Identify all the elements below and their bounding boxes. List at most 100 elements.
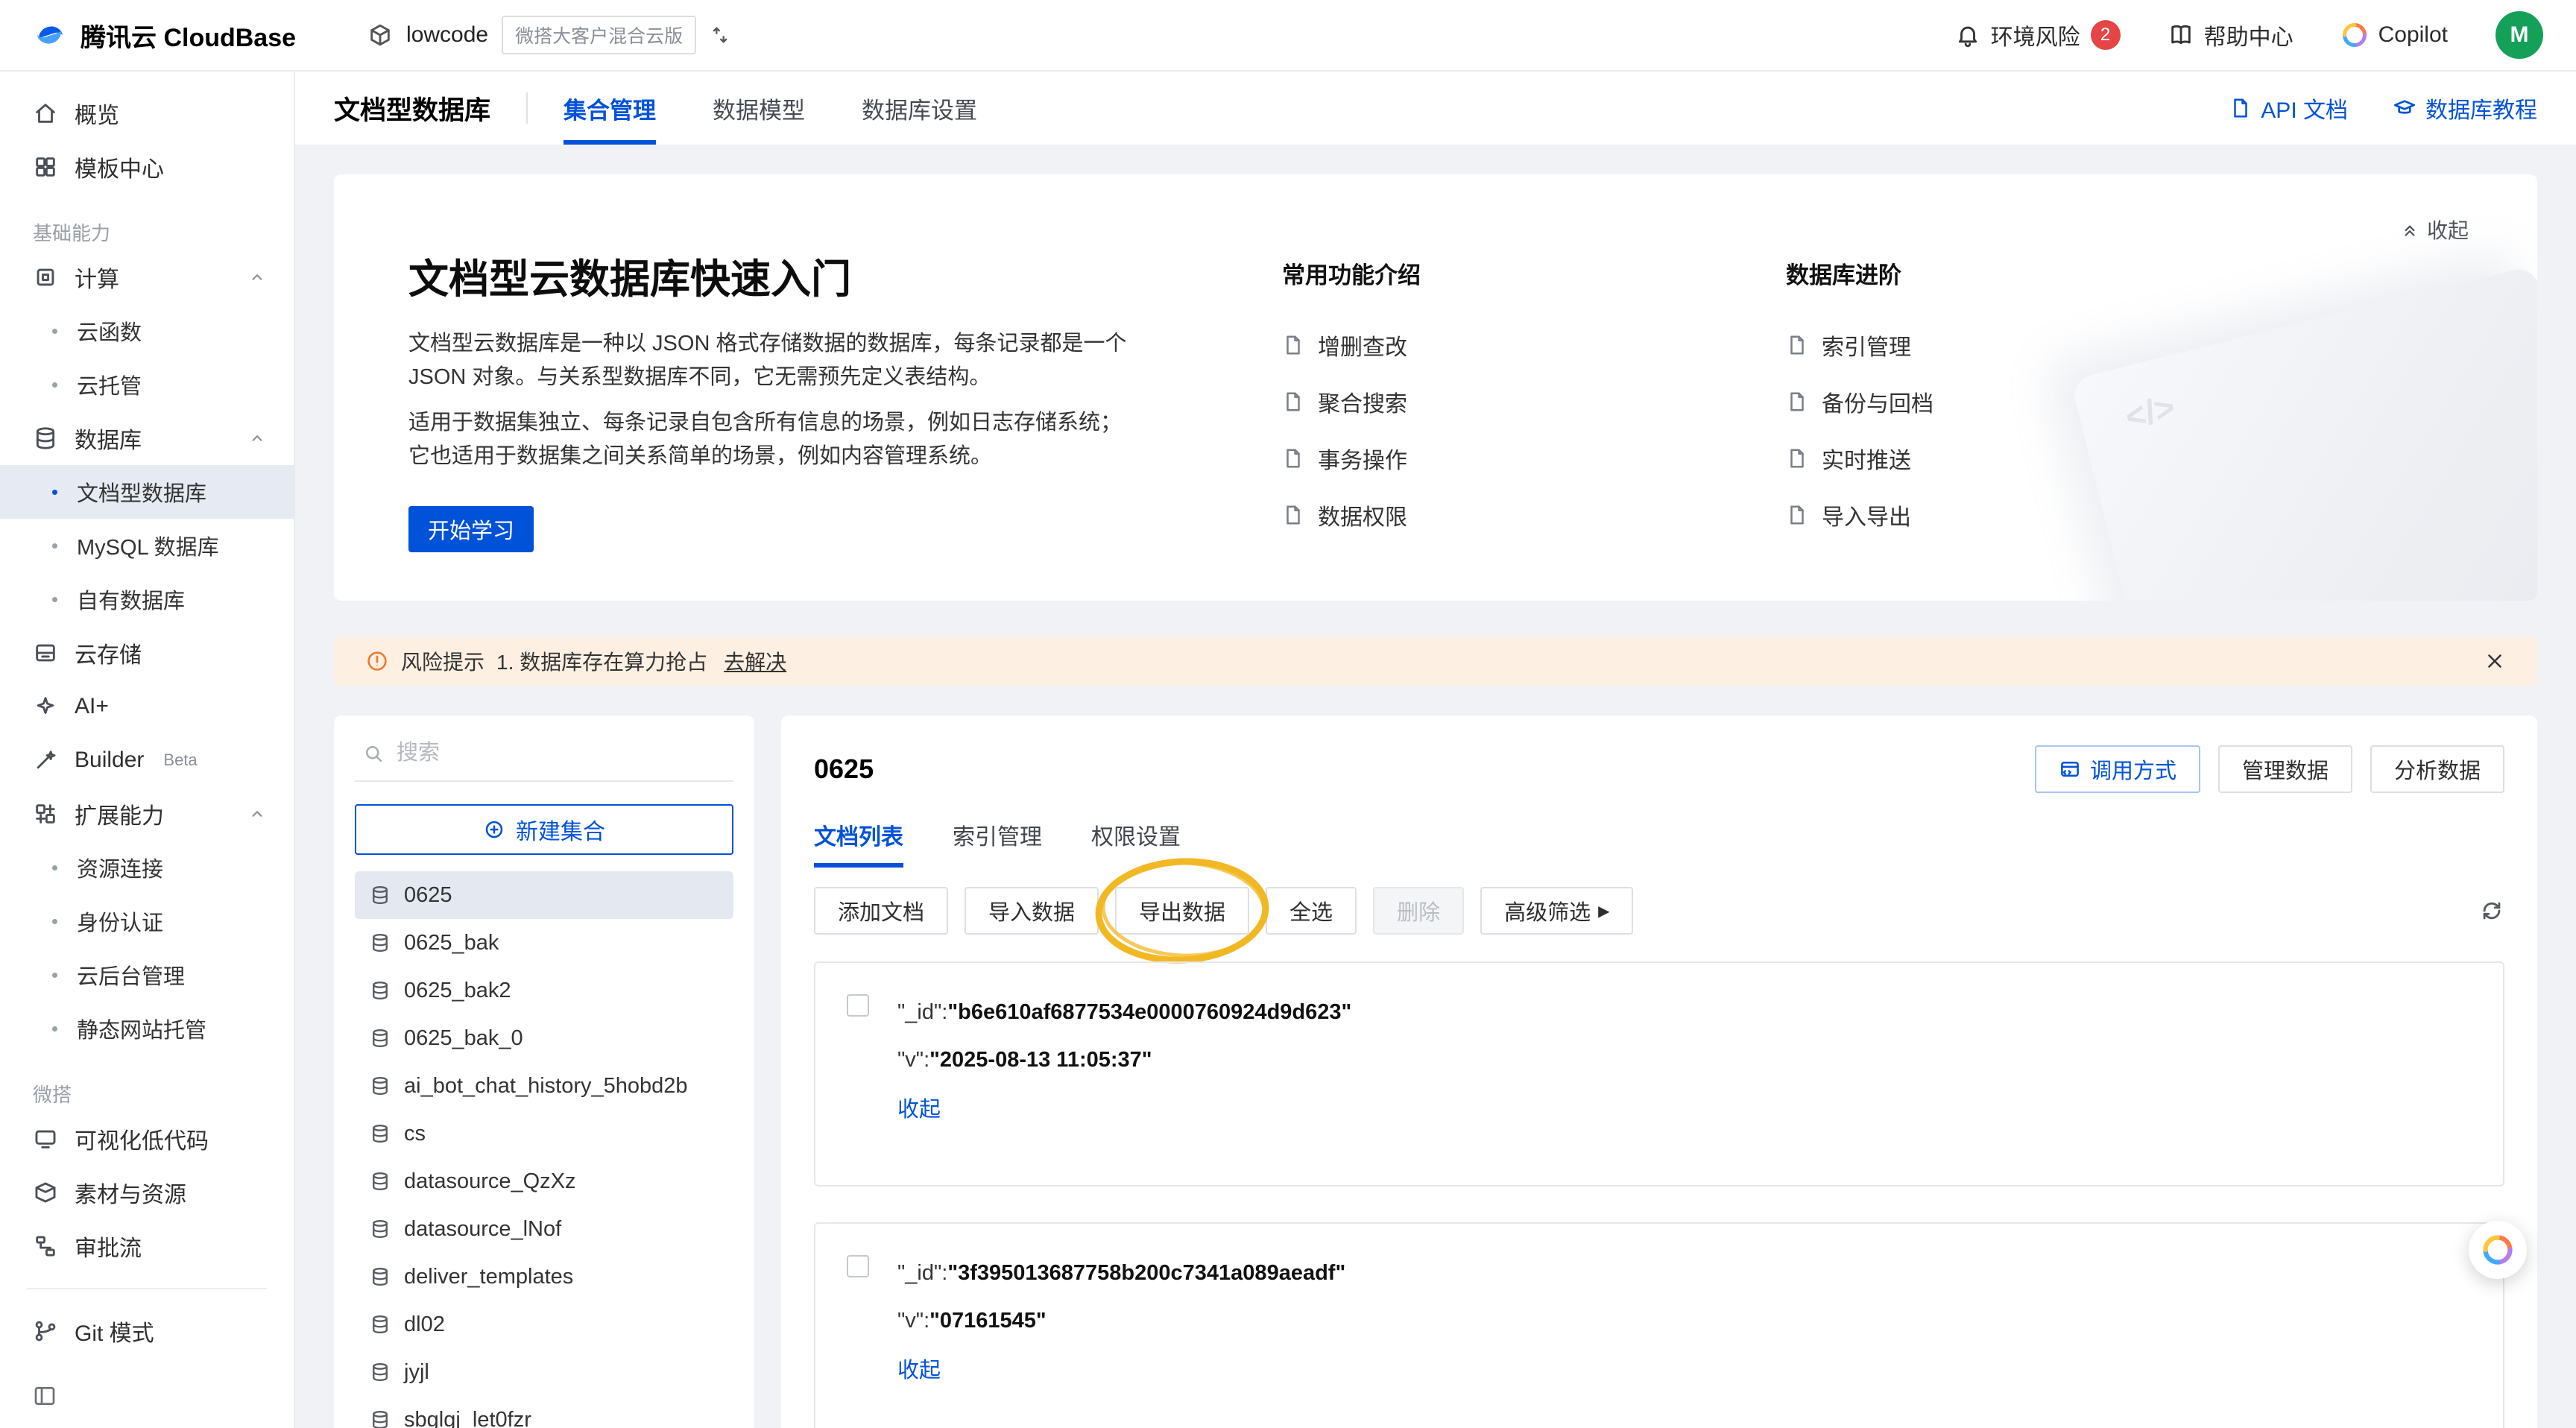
analyze-data-button[interactable]: 分析数据 — [2370, 745, 2504, 793]
code-window-icon — [2059, 758, 2081, 780]
add-doc-button[interactable]: 添加文档 — [814, 887, 948, 935]
advanced-import-export[interactable]: 导入导出 — [1786, 487, 1933, 543]
sidebar-item-backend-admin[interactable]: 云后台管理 — [0, 948, 294, 1002]
feature-crud[interactable]: 增删查改 — [1282, 317, 1421, 373]
main-area: 文档型数据库 集合管理 数据模型 数据库设置 API 文档 数据库教程 — [295, 72, 2576, 1428]
collection-item-datasource_lNof[interactable]: datasource_lNof — [355, 1205, 733, 1253]
sidebar-item-doc-database[interactable]: 文档型数据库 — [0, 465, 294, 519]
copilot-button[interactable]: Copilot — [2341, 22, 2448, 48]
tab-doc-list[interactable]: 文档列表 — [814, 818, 903, 868]
sidebar-item-identity[interactable]: 身份认证 — [0, 894, 294, 948]
flow-icon — [33, 1233, 58, 1259]
sidebar-group-extend[interactable]: 扩展能力 — [0, 787, 294, 841]
sidebar-item-cloud-storage[interactable]: 云存储 — [0, 626, 294, 680]
sidebar-item-ai[interactable]: AI+ — [0, 680, 294, 733]
sidebar-item-resource-connect[interactable]: 资源连接 — [0, 841, 294, 894]
collection-item-0625_bak2[interactable]: 0625_bak2 — [355, 967, 733, 1014]
tab-db-settings[interactable]: 数据库设置 — [862, 72, 977, 145]
content-area: 收起 文档型云数据库快速入门 文档型云数据库是一种以 JSON 格式存储数据的数… — [295, 145, 2576, 1428]
sidebar-item-mysql-database[interactable]: MySQL 数据库 — [0, 519, 294, 572]
sidebar-group-database[interactable]: 数据库 — [0, 411, 294, 465]
chevron-up-icon — [247, 429, 267, 448]
sidebar-section-basic: 基础能力 — [0, 213, 294, 250]
search-input[interactable] — [397, 741, 726, 765]
select-all-button[interactable]: 全选 — [1266, 887, 1357, 935]
page-title: 文档型数据库 — [334, 89, 490, 127]
copilot-fab[interactable] — [2469, 1221, 2527, 1279]
advanced-realtime-push[interactable]: 实时推送 — [1786, 430, 1933, 487]
close-icon[interactable] — [2484, 650, 2506, 672]
sidebar-item-template-center[interactable]: 模板中心 — [0, 140, 294, 194]
sidebar-item-approval[interactable]: 审批流 — [0, 1219, 294, 1273]
collection-item-0625_bak_0[interactable]: 0625_bak_0 — [355, 1014, 733, 1062]
database-icon — [370, 1219, 391, 1239]
doc-id-line: "_id":"3f395013687758b200c7341a089aeadf" — [897, 1249, 2503, 1297]
feature-transaction[interactable]: 事务操作 — [1282, 430, 1421, 487]
collection-title: 0625 — [814, 754, 874, 785]
doc-collapse-link[interactable]: 收起 — [897, 1084, 2503, 1131]
sidebar-item-builder[interactable]: Builder Beta — [0, 733, 294, 787]
feature-aggregate-search[interactable]: 聚合搜索 — [1282, 373, 1421, 430]
collection-item-cs[interactable]: cs — [355, 1110, 733, 1157]
document-icon — [1786, 334, 1808, 356]
cloudbase-logo-icon — [33, 18, 67, 52]
banner-collapse-button[interactable]: 收起 — [2400, 215, 2469, 244]
plus-circle-icon — [483, 818, 505, 841]
database-icon — [33, 426, 58, 451]
import-data-button[interactable]: 导入数据 — [965, 887, 1099, 935]
new-collection-button[interactable]: 新建集合 — [355, 804, 733, 855]
export-data-button[interactable]: 导出数据 — [1115, 887, 1249, 935]
sidebar-item-lowcode[interactable]: 可视化低代码 — [0, 1112, 294, 1166]
refresh-icon[interactable] — [2479, 898, 2504, 923]
avatar[interactable]: M — [2496, 11, 2543, 59]
detail-tabs: 文档列表 索引管理 权限设置 — [814, 818, 2504, 868]
sidebar-item-self-database[interactable]: 自有数据库 — [0, 572, 294, 626]
collection-item-ai_bot_chat_history[interactable]: ai_bot_chat_history_5hobd2b — [355, 1062, 733, 1110]
advanced-filter-button[interactable]: 高级筛选 ▶ — [1480, 887, 1633, 935]
tab-collection-management[interactable]: 集合管理 — [564, 72, 656, 145]
collection-item-deliver_templates[interactable]: deliver_templates — [355, 1253, 733, 1301]
sidebar-item-cloud-function[interactable]: 云函数 — [0, 304, 294, 358]
invoke-method-button[interactable]: 调用方式 — [2035, 745, 2200, 793]
environment-selector[interactable]: lowcode 微搭大客户混合云版 — [367, 16, 730, 54]
chevron-up-icon — [247, 804, 267, 824]
doc-collapse-link[interactable]: 收起 — [897, 1345, 2503, 1392]
sidebar-item-static-hosting[interactable]: 静态网站托管 — [0, 1002, 294, 1055]
cloudbase-logo[interactable]: 腾讯云 CloudBase — [33, 17, 296, 54]
sidebar-item-cloud-run[interactable]: 云托管 — [0, 358, 294, 411]
collection-item-0625_bak[interactable]: 0625_bak — [355, 919, 733, 967]
collection-item-jyjl[interactable]: jyjl — [355, 1348, 733, 1396]
sidebar-item-overview[interactable]: 概览 — [0, 86, 294, 140]
sidebar-collapse-button[interactable] — [33, 1384, 57, 1412]
database-icon — [370, 1266, 391, 1287]
collection-item-dl02[interactable]: dl02 — [355, 1301, 733, 1348]
manage-data-button[interactable]: 管理数据 — [2218, 745, 2352, 793]
start-learning-button[interactable]: 开始学习 — [408, 506, 534, 552]
storage-icon — [33, 640, 58, 666]
tab-index-management[interactable]: 索引管理 — [953, 818, 1042, 868]
sidebar-item-git-mode[interactable]: Git 模式 — [0, 1304, 294, 1358]
page-tabs: 集合管理 数据模型 数据库设置 — [564, 72, 977, 145]
feature-data-permission[interactable]: 数据权限 — [1282, 487, 1421, 543]
collection-item-sbglgj_let0fzr[interactable]: sbglgj_let0fzr — [355, 1396, 733, 1428]
tutorial-link[interactable]: 数据库教程 — [2393, 92, 2537, 124]
sidebar-item-assets[interactable]: 素材与资源 — [0, 1166, 294, 1219]
quickstart-banner: 收起 文档型云数据库快速入门 文档型云数据库是一种以 JSON 格式存储数据的数… — [334, 174, 2537, 601]
collection-item-datasource_QzXz[interactable]: datasource_QzXz — [355, 1157, 733, 1205]
sidebar-group-compute[interactable]: 计算 — [0, 250, 294, 304]
advanced-index-management[interactable]: 索引管理 — [1786, 317, 1933, 373]
tab-permission-settings[interactable]: 权限设置 — [1091, 818, 1181, 868]
api-doc-link[interactable]: API 文档 — [2229, 92, 2348, 124]
advanced-backup-restore[interactable]: 备份与回档 — [1786, 373, 1933, 430]
bullet-dot — [52, 329, 57, 334]
env-risk-label: 环境风险 — [1991, 19, 2080, 51]
delete-button[interactable]: 删除 — [1373, 887, 1464, 935]
env-risk-button[interactable]: 环境风险 2 — [1955, 19, 2121, 51]
resolve-link[interactable]: 去解决 — [724, 646, 786, 676]
help-center-button[interactable]: 帮助中心 — [2168, 19, 2294, 51]
doc-checkbox[interactable] — [847, 1255, 869, 1277]
doc-checkbox[interactable] — [847, 994, 869, 1017]
triangle-right-icon: ▶ — [1598, 902, 1609, 920]
tab-data-model[interactable]: 数据模型 — [713, 72, 805, 145]
collection-item-0625[interactable]: 0625 — [355, 871, 733, 919]
